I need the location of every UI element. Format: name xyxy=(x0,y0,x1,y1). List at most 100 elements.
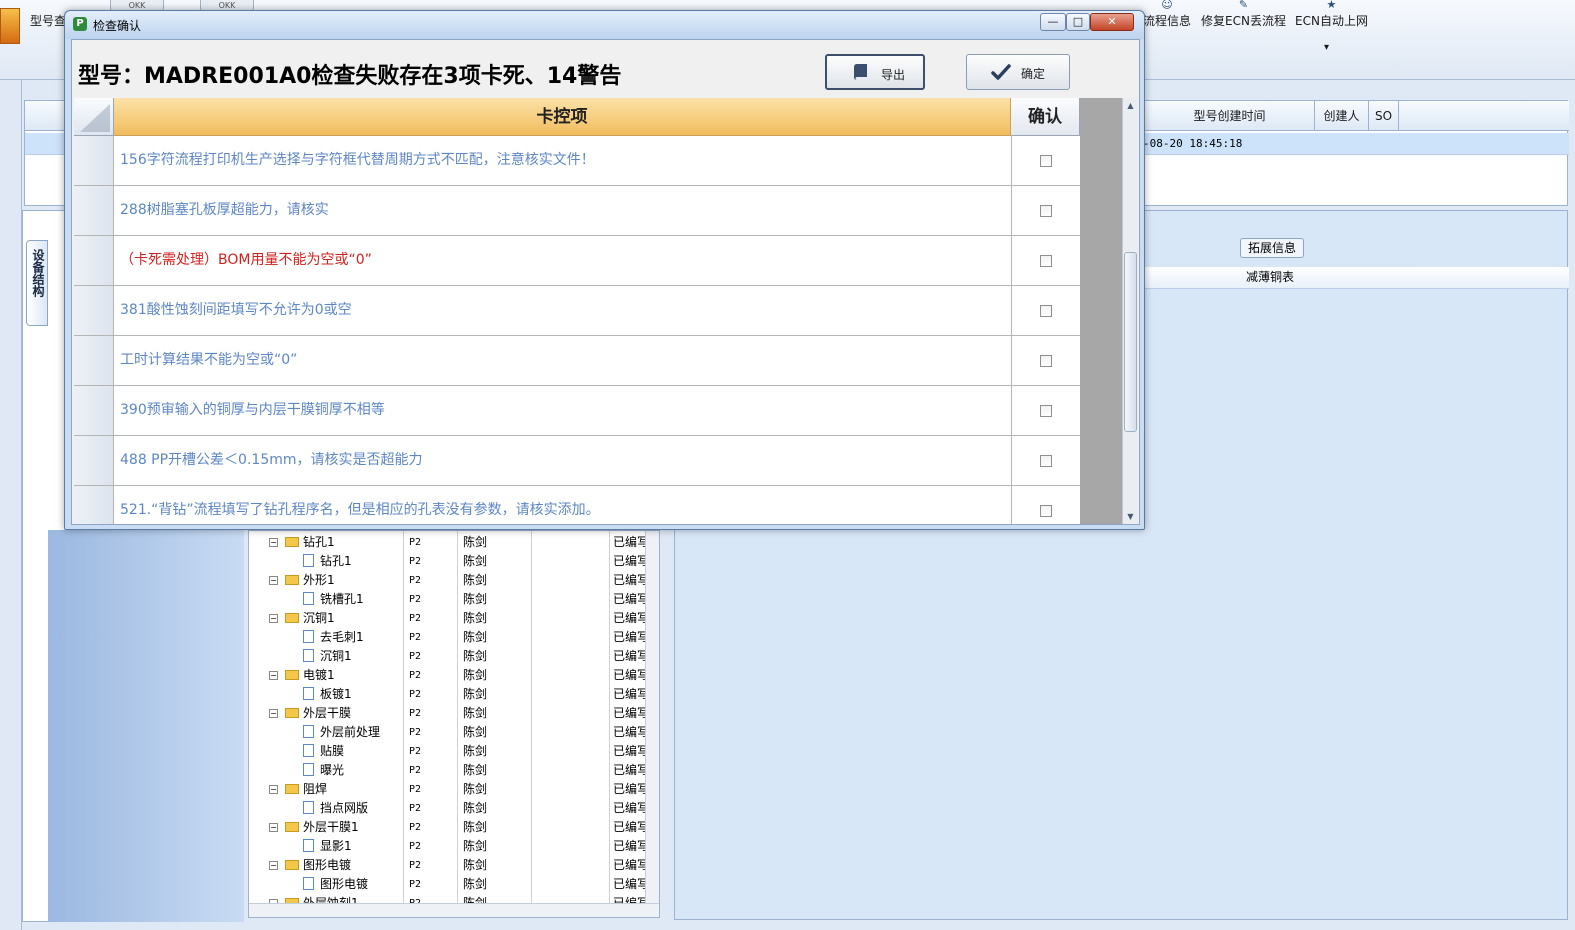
toolbar-fix-ecn-button[interactable]: ✎ 修复ECN丢流程 xyxy=(1201,0,1286,40)
tree-row[interactable]: − 图形电镀 P2 陈剑 已编写 xyxy=(249,856,647,875)
tree-row[interactable]: − 外层干膜1 P2 陈剑 已编写 xyxy=(249,818,647,837)
check-item-row[interactable]: （卡死需处理）BOM用量不能为空或“0” xyxy=(74,236,1080,286)
tab-extended-info[interactable]: 拓展信息 xyxy=(1240,238,1304,258)
tree-node[interactable]: 去毛刺1 xyxy=(303,628,364,647)
confirm-checkbox[interactable] xyxy=(1040,455,1052,467)
tree-node[interactable]: 外层前处理 xyxy=(303,723,380,742)
tree-node[interactable]: 外形1 xyxy=(285,571,335,590)
tree-row[interactable]: 铣槽孔1 P2 陈剑 已编写 xyxy=(249,590,647,609)
tree-node[interactable]: 铣槽孔1 xyxy=(303,590,364,609)
confirm-checkbox[interactable] xyxy=(1040,355,1052,367)
tree-node[interactable]: 曝光 xyxy=(303,761,344,780)
tree-cell-status: 已编写 xyxy=(613,801,645,815)
collapse-icon[interactable]: − xyxy=(269,823,278,832)
tree-node[interactable]: 钻孔1 xyxy=(285,533,335,552)
confirm-checkbox[interactable] xyxy=(1040,155,1052,167)
row-header[interactable] xyxy=(74,336,114,385)
scroll-down-icon[interactable]: ▼ xyxy=(1126,512,1135,521)
confirm-button-label: 确定 xyxy=(1021,67,1046,81)
row-header[interactable] xyxy=(74,386,114,435)
tree-node[interactable]: 显影1 xyxy=(303,837,352,856)
tree-row[interactable]: 外层前处理 P2 陈剑 已编写 xyxy=(249,723,647,742)
collapse-icon[interactable]: − xyxy=(269,861,278,870)
tree-node[interactable]: 外层干膜1 xyxy=(285,818,359,837)
row-header[interactable] xyxy=(74,436,114,485)
collapse-icon[interactable]: − xyxy=(269,709,278,718)
check-item-row[interactable]: 156字符流程打印机生产选择与字符框代替周期方式不匹配，注意核实文件！ xyxy=(74,136,1080,186)
tree-cell-status: 已编写 xyxy=(613,744,645,758)
close-button[interactable]: ✕ xyxy=(1090,13,1134,31)
collapse-icon[interactable]: − xyxy=(269,671,278,680)
tree-row[interactable]: 钻孔1 P2 陈剑 已编写 xyxy=(249,552,647,571)
col-create-time[interactable]: 型号创建时间 xyxy=(1145,101,1315,131)
tree-node[interactable]: 图形电镀 xyxy=(285,856,351,875)
tree-node-label: 图形电镀 xyxy=(303,858,352,872)
check-item-row[interactable]: 288树脂塞孔板厚超能力，请核实 xyxy=(74,186,1080,236)
tree-node[interactable]: 电镀1 xyxy=(285,666,335,685)
tree-row[interactable]: 沉铜1 P2 陈剑 已编写 xyxy=(249,647,647,666)
check-grid-scrollbar[interactable]: ▲ ▼ xyxy=(1122,98,1138,524)
tree-row[interactable]: − 电镀1 P2 陈剑 已编写 xyxy=(249,666,647,685)
toolbar-model-query-button[interactable]: 型号查 xyxy=(30,12,66,52)
tree-row[interactable]: − 外形1 P2 陈剑 已编写 xyxy=(249,571,647,590)
confirm-checkbox[interactable] xyxy=(1040,405,1052,417)
tree-node[interactable]: 图形电镀 xyxy=(303,875,368,894)
tree-row[interactable]: 显影1 P2 陈剑 已编写 xyxy=(249,837,647,856)
export-button[interactable]: 导出 xyxy=(825,54,925,90)
check-item-row[interactable]: 工时计算结果不能为空或“0” xyxy=(74,336,1080,386)
tree-row[interactable]: − 沉铜1 P2 陈剑 已编写 xyxy=(249,609,647,628)
tree-node[interactable]: 沉铜1 xyxy=(303,647,352,666)
row-header[interactable] xyxy=(74,486,114,524)
confirm-checkbox[interactable] xyxy=(1040,255,1052,267)
col-confirm[interactable]: 确认 xyxy=(1011,98,1080,136)
dialog-titlebar[interactable]: P 检查确认 — □ ✕ xyxy=(65,11,1144,39)
tree-cell-status: 已编写 xyxy=(613,706,645,720)
toolbar-flow-info-button[interactable]: ☺ 流程信息 xyxy=(1143,0,1191,40)
row-header[interactable] xyxy=(74,236,114,285)
toolbar-ecn-auto-button[interactable]: ★ ECN自动上网 xyxy=(1295,0,1368,40)
col-creator[interactable]: 创建人 xyxy=(1315,101,1369,131)
grid-select-all-corner[interactable] xyxy=(74,98,114,136)
tree-node[interactable]: 外层干膜 xyxy=(285,704,351,723)
tree-row[interactable]: 板镀1 P2 陈剑 已编写 xyxy=(249,685,647,704)
tree-node[interactable]: 沉铜1 xyxy=(285,609,335,628)
col-so[interactable]: SO xyxy=(1369,101,1399,131)
tree-row[interactable]: − 阻焊 P2 陈剑 已编写 xyxy=(249,780,647,799)
row-header[interactable] xyxy=(74,136,114,185)
check-item-row[interactable]: 521.“背钻”流程填写了钻孔程序名，但是相应的孔表没有参数，请核实添加。 xyxy=(74,486,1080,524)
confirm-checkbox[interactable] xyxy=(1040,305,1052,317)
check-item-row[interactable]: 488 PP开槽公差＜0.15mm，请核实是否超能力 xyxy=(74,436,1080,486)
tree-node[interactable]: 阻焊 xyxy=(285,780,327,799)
confirm-checkbox[interactable] xyxy=(1040,505,1052,517)
tab-device-structure[interactable]: 设备结构 xyxy=(26,240,48,326)
minimize-button[interactable]: — xyxy=(1040,13,1066,31)
check-item-row[interactable]: 390预审输入的铜厚与内层干膜铜厚不相等 xyxy=(74,386,1080,436)
row-header[interactable] xyxy=(74,286,114,335)
tree-row[interactable]: 贴膜 P2 陈剑 已编写 xyxy=(249,742,647,761)
tree-row[interactable]: 图形电镀 P2 陈剑 已编写 xyxy=(249,875,647,894)
tree-node[interactable]: 板镀1 xyxy=(303,685,352,704)
col-control-item[interactable]: 卡控项 xyxy=(114,98,1011,136)
scroll-up-icon[interactable]: ▲ xyxy=(1126,101,1135,110)
collapse-icon[interactable]: − xyxy=(269,538,278,547)
scrollbar-thumb[interactable] xyxy=(1124,252,1137,432)
tree-node[interactable]: 钻孔1 xyxy=(303,552,352,571)
tree-row[interactable]: 挡点网版 P2 陈剑 已编写 xyxy=(249,799,647,818)
row-header[interactable] xyxy=(74,186,114,235)
tree-row[interactable]: 曝光 P2 陈剑 已编写 xyxy=(249,761,647,780)
collapse-icon[interactable]: − xyxy=(269,576,278,585)
collapse-icon[interactable]: − xyxy=(269,785,278,794)
tree-row[interactable]: 去毛刺1 P2 陈剑 已编写 xyxy=(249,628,647,647)
confirm-checkbox[interactable] xyxy=(1040,205,1052,217)
toolbar-dropdown-arrow[interactable]: ▾ xyxy=(1324,42,1329,82)
tree-node[interactable]: 贴膜 xyxy=(303,742,344,761)
tree-horizontal-scrollbar[interactable] xyxy=(249,903,659,917)
tree-vertical-scrollbar[interactable] xyxy=(645,531,659,903)
tree-node[interactable]: 挡点网版 xyxy=(303,799,368,818)
tree-row[interactable]: − 外层干膜 P2 陈剑 已编写 xyxy=(249,704,647,723)
collapse-icon[interactable]: − xyxy=(269,614,278,623)
maximize-button[interactable]: □ xyxy=(1066,13,1090,31)
tree-row[interactable]: − 钻孔1 P2 陈剑 已编写 xyxy=(249,533,647,552)
check-item-row[interactable]: 381酸性蚀刻间距填写不允许为0或空 xyxy=(74,286,1080,336)
confirm-button[interactable]: 确定 xyxy=(966,54,1070,90)
